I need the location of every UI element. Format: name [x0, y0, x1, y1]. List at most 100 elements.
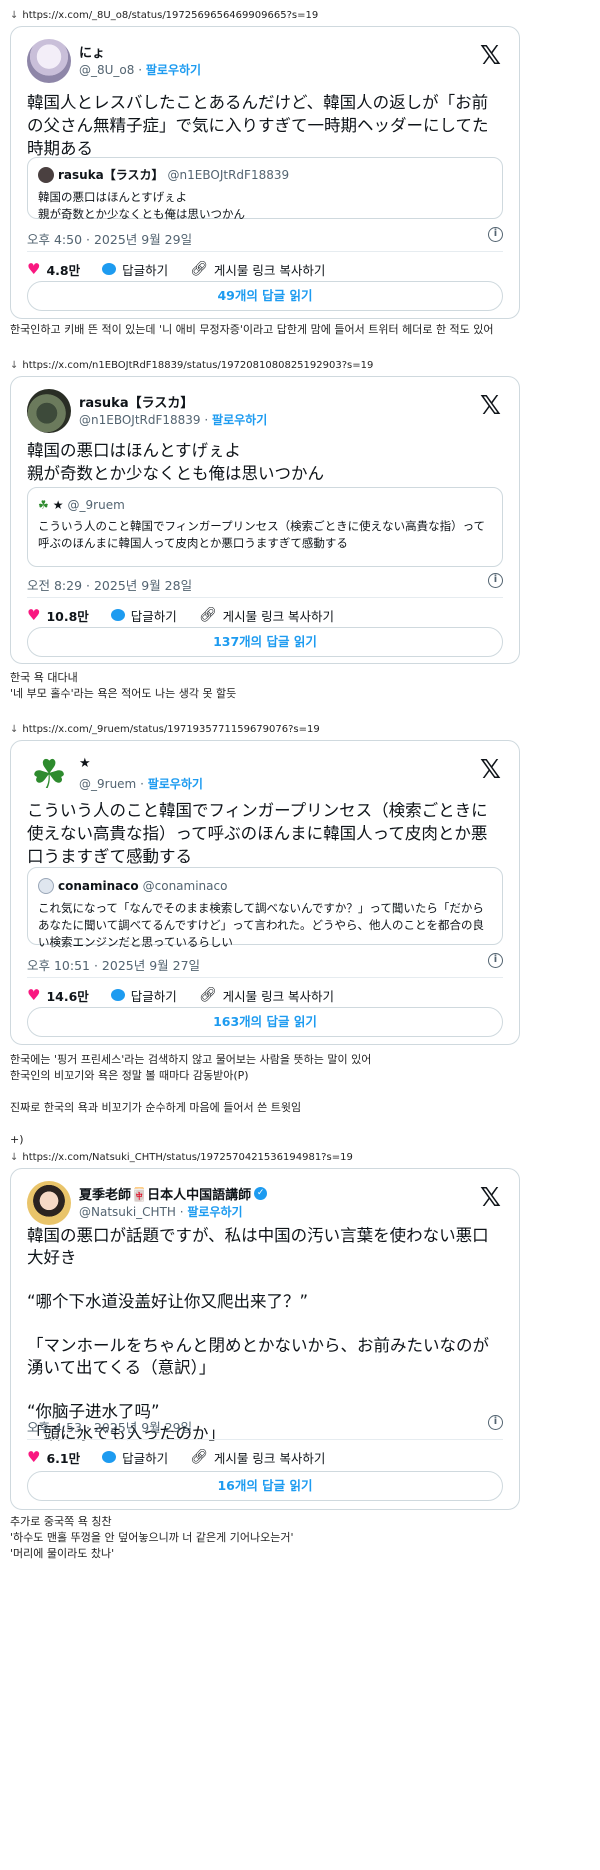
- reply-button[interactable]: 답글하기: [110, 606, 177, 625]
- x-logo-icon[interactable]: 𝕏: [480, 1183, 501, 1213]
- link-line-3: ↓ https://x.com/_9ruem/status/1971935771…: [10, 724, 320, 735]
- divider: [27, 977, 503, 978]
- reply-button[interactable]: 답글하기: [102, 260, 168, 279]
- caption-3: 한국에는 '핑거 프린세스'라는 검색하지 않고 물어보는 사람을 뜻하는 말이…: [10, 1052, 371, 1148]
- author-name[interactable]: rasuka【ラスカ】: [79, 392, 193, 411]
- read-replies-button[interactable]: 163개의 답글 읽기: [27, 1007, 503, 1037]
- post-url[interactable]: https://x.com/n1EBOJtRdF18839/status/197…: [22, 360, 373, 371]
- avatar[interactable]: [27, 39, 71, 83]
- author-handle[interactable]: @_8U_o8: [79, 63, 134, 77]
- quoted-tweet[interactable]: conaminaco @conaminaco これ気になって「なんでそのまま検索…: [27, 867, 503, 949]
- read-replies-button[interactable]: 137개의 답글 읽기: [27, 627, 503, 657]
- link-icon: 🔗︎: [190, 261, 208, 277]
- divider: [27, 1439, 503, 1440]
- info-icon[interactable]: i: [488, 573, 503, 588]
- copy-link-label: 게시물 링크 복사하기: [222, 608, 335, 624]
- download-arrow-icon: ↓: [10, 360, 19, 371]
- quote-author-handle: @_9ruem: [67, 498, 125, 512]
- reply-button[interactable]: 답글하기: [102, 1448, 168, 1467]
- x-logo-icon[interactable]: 𝕏: [480, 41, 501, 71]
- tweet-card-4[interactable]: 夏季老師🀄日本人中国語講師 ✓ @Natsuki_CHTH · 팔로우하기 𝕏 …: [10, 1168, 520, 1510]
- download-arrow-icon: ↓: [10, 10, 19, 21]
- follow-button[interactable]: 팔로우하기: [146, 63, 201, 77]
- quoted-tweet[interactable]: ☘ ★ @_9ruem こういう人のこと韓国でフィンガープリンセス（検索ごときに…: [27, 487, 503, 567]
- quote-author-name: conaminaco: [58, 879, 139, 893]
- caption-line: '머리에 물이라도 찼나': [10, 1547, 115, 1560]
- info-icon[interactable]: i: [488, 953, 503, 968]
- quoted-tweet[interactable]: rasuka【ラスカ】 @n1EBOJtRdF18839 韓国の悪口はほんとすげ…: [27, 157, 503, 221]
- caption-2: 한국 욕 대다내 '네 부모 홀수'라는 욕은 적어도 나는 생각 못 할듯: [10, 670, 236, 702]
- tweet-card-1[interactable]: にょ @_8U_o8 · 팔로우하기 𝕏 韓国人とレスバしたことあるんだけど、韓…: [10, 26, 520, 319]
- timestamp-text[interactable]: 오후 4:50 · 2025년 9월 29일: [27, 232, 192, 247]
- reply-label: 답글하기: [122, 1450, 169, 1466]
- tweet-timestamp: 오전 8:29 · 2025년 9월 28일 i: [27, 573, 503, 594]
- clover-avatar-icon[interactable]: ☘: [27, 753, 71, 797]
- caption-line: 한국에는 '핑거 프린세스'라는 검색하지 않고 물어보는 사람을 뜻하는 말이…: [10, 1053, 372, 1066]
- like-count: 14.6만: [46, 988, 89, 1004]
- info-icon[interactable]: i: [488, 227, 503, 242]
- caption-line: '네 부모 홀수'라는 욕은 적어도 나는 생각 못 할듯: [10, 687, 237, 700]
- copy-link-label: 게시물 링크 복사하기: [213, 262, 326, 278]
- quote-avatar: [38, 166, 54, 183]
- reply-bubble-icon: [110, 609, 125, 621]
- tweet-header: にょ @_8U_o8 · 팔로우하기 𝕏: [27, 39, 503, 83]
- avatar[interactable]: [27, 389, 71, 433]
- divider: [27, 251, 503, 252]
- timestamp-text[interactable]: 오후 4:53 · 2025년 9월 29일: [27, 1420, 192, 1435]
- caption-line: '하수도 맨홀 뚜껑을 안 덮어놓으니까 너 같은게 기어나오는거': [10, 1531, 294, 1544]
- reply-bubble-icon: [102, 263, 117, 275]
- author-name[interactable]: にょ: [79, 42, 105, 61]
- author-name[interactable]: ★: [79, 756, 91, 771]
- x-logo-icon[interactable]: 𝕏: [480, 391, 501, 421]
- quote-author-name: ★: [52, 498, 64, 512]
- author-name[interactable]: 夏季老師🀄日本人中国語講師: [79, 1184, 251, 1203]
- timestamp-text[interactable]: 오전 8:29 · 2025년 9월 28일: [27, 578, 192, 593]
- action-bar: ♥ 6.1만 답글하기 🔗︎ 게시물 링크 복사하기: [27, 1447, 503, 1467]
- caption-line: 추가로 중국쪽 욕 칭찬: [10, 1515, 112, 1528]
- like-button[interactable]: ♥ 10.8만: [27, 606, 89, 625]
- caption-line: +): [10, 1133, 24, 1146]
- caption-line: 한국인의 비꼬기와 욕은 정말 볼 때마다 감동받아(P): [10, 1069, 249, 1082]
- post-url[interactable]: https://x.com/Natsuki_CHTH/status/197257…: [22, 1152, 352, 1163]
- download-arrow-icon: ↓: [10, 724, 19, 735]
- copy-link-button[interactable]: 🔗︎ 게시물 링크 복사하기: [190, 1448, 325, 1467]
- tweet-card-3[interactable]: ☘ ★ @_9ruem · 팔로우하기 𝕏 こういう人のこと韓国でフィンガープリ…: [10, 740, 520, 1045]
- link-line-1: ↓ https://x.com/_8U_o8/status/1972569656…: [10, 10, 318, 21]
- like-button[interactable]: ♥ 4.8만: [27, 260, 80, 279]
- tweet-header: rasuka【ラスカ】 @n1EBOJtRdF18839 · 팔로우하기 𝕏: [27, 389, 503, 433]
- follow-button[interactable]: 팔로우하기: [148, 777, 203, 791]
- like-button[interactable]: ♥ 6.1만: [27, 1448, 80, 1467]
- copy-link-button[interactable]: 🔗︎ 게시물 링크 복사하기: [199, 606, 334, 625]
- like-count: 4.8만: [46, 262, 81, 278]
- avatar[interactable]: [27, 1181, 71, 1225]
- tweet-timestamp: 오후 4:53 · 2025년 9월 29일 i: [27, 1415, 503, 1436]
- reply-button[interactable]: 답글하기: [110, 986, 177, 1005]
- action-bar: ♥ 14.6만 답글하기 🔗︎ 게시물 링크 복사하기: [27, 985, 503, 1005]
- quote-text: これ気になって「なんでそのまま検索して調べないんですか？」って聞いたら「だからあ…: [38, 901, 484, 949]
- timestamp-text[interactable]: 오후 10:51 · 2025년 9월 27일: [27, 958, 200, 973]
- author-handle[interactable]: @n1EBOJtRdF18839: [79, 413, 201, 427]
- tweet-card-2[interactable]: rasuka【ラスカ】 @n1EBOJtRdF18839 · 팔로우하기 𝕏 韓…: [10, 376, 520, 664]
- divider: [27, 597, 503, 598]
- follow-button[interactable]: 팔로우하기: [187, 1205, 242, 1219]
- tweet-header: 夏季老師🀄日本人中国語講師 ✓ @Natsuki_CHTH · 팔로우하기 𝕏: [27, 1181, 503, 1225]
- quote-text: こういう人のこと韓国でフィンガープリンセス（検索ごときに使えない高貴な指）って呼…: [38, 519, 486, 550]
- read-replies-button[interactable]: 16개의 답글 읽기: [27, 1471, 503, 1501]
- read-replies-button[interactable]: 49개의 답글 읽기: [27, 281, 503, 311]
- follow-button[interactable]: 팔로우하기: [212, 413, 267, 427]
- quote-author-name: rasuka【ラスカ】: [58, 168, 164, 182]
- link-icon: 🔗︎: [190, 1449, 208, 1465]
- x-logo-icon[interactable]: 𝕏: [480, 755, 501, 785]
- copy-link-label: 게시물 링크 복사하기: [222, 988, 335, 1004]
- author-handle[interactable]: @_9ruem: [79, 777, 136, 791]
- copy-link-button[interactable]: 🔗︎ 게시물 링크 복사하기: [199, 986, 334, 1005]
- reply-label: 답글하기: [122, 262, 169, 278]
- post-url[interactable]: https://x.com/_8U_o8/status/197256965646…: [22, 10, 318, 21]
- info-icon[interactable]: i: [488, 1415, 503, 1430]
- author-handle[interactable]: @Natsuki_CHTH: [79, 1205, 176, 1219]
- like-button[interactable]: ♥ 14.6만: [27, 986, 89, 1005]
- caption-line: 한국인하고 키배 뜬 적이 있는데 '니 애비 무정자증'이라고 답한게 맘에 …: [10, 323, 494, 336]
- post-url[interactable]: https://x.com/_9ruem/status/197193577115…: [22, 724, 319, 735]
- copy-link-button[interactable]: 🔗︎ 게시물 링크 복사하기: [190, 260, 325, 279]
- caption-4: 추가로 중국쪽 욕 칭찬 '하수도 맨홀 뚜껑을 안 덮어놓으니까 너 같은게 …: [10, 1514, 294, 1562]
